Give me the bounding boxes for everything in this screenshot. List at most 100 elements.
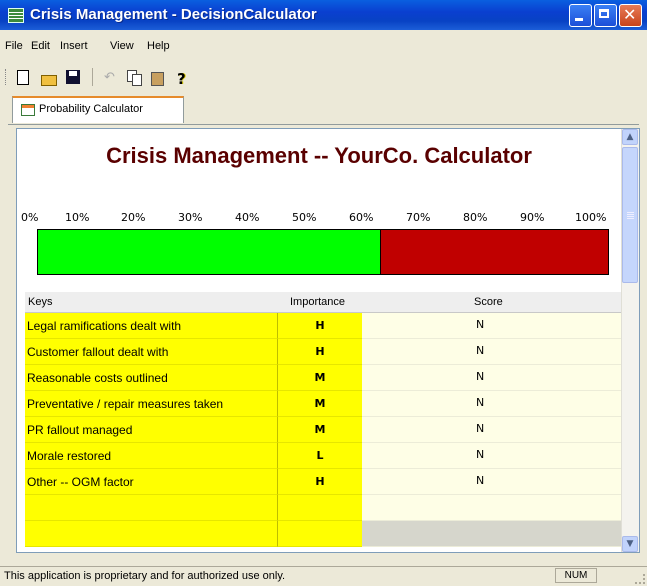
importance-value: L: [316, 449, 324, 462]
calculator-heading: Crisis Management -- YourCo. Calculator: [106, 143, 532, 168]
undo-icon[interactable]: ↶: [104, 70, 120, 86]
importance-value: H: [315, 319, 325, 332]
score-cell[interactable]: N: [362, 443, 621, 469]
key-label: Preventative / repair measures taken: [27, 397, 224, 411]
scale-label-50: 50%: [292, 211, 317, 224]
importance-value: M: [314, 397, 326, 410]
score-cell[interactable]: [362, 495, 621, 521]
importance-cell[interactable]: M: [278, 365, 362, 391]
paste-icon[interactable]: [151, 70, 167, 86]
table-icon: [21, 104, 35, 116]
key-label: PR fallout managed: [27, 423, 133, 437]
score-value: N: [476, 474, 485, 487]
score-value: N: [476, 422, 485, 435]
score-cell[interactable]: N: [362, 391, 621, 417]
scroll-up-icon[interactable]: ▲: [622, 129, 638, 145]
column-header-score[interactable]: Score: [474, 296, 503, 308]
copy-icon[interactable]: [127, 70, 143, 86]
open-icon[interactable]: [41, 70, 57, 86]
importance-cell[interactable]: M: [278, 417, 362, 443]
maximize-icon: [599, 9, 609, 18]
table-row[interactable]: Morale restored L N: [25, 443, 621, 469]
scale-label-10: 10%: [65, 211, 90, 224]
key-cell[interactable]: Other -- OGM factor: [25, 469, 278, 495]
score-value: N: [476, 344, 485, 357]
status-bar: This application is proprietary and for …: [0, 566, 647, 586]
scale-label-70: 70%: [406, 211, 431, 224]
num-lock-indicator: NUM: [555, 568, 597, 583]
tab-strip: Probability Calculator: [8, 96, 639, 125]
table-row[interactable]: PR fallout managed M N: [25, 417, 621, 443]
save-icon[interactable]: [66, 70, 80, 84]
importance-cell[interactable]: H: [278, 339, 362, 365]
probability-fill-unfavorable: [380, 230, 608, 274]
importance-cell[interactable]: H: [278, 469, 362, 495]
scroll-thumb[interactable]: [622, 147, 638, 283]
calculator-panel: Crisis Management -- YourCo. Calculator …: [16, 128, 640, 553]
importance-cell[interactable]: M: [278, 391, 362, 417]
score-value: N: [476, 448, 485, 461]
key-cell[interactable]: Legal ramifications dealt with: [25, 313, 278, 339]
new-icon[interactable]: [17, 70, 29, 85]
table-row[interactable]: Customer fallout dealt with H N: [25, 339, 621, 365]
menu-view[interactable]: View: [110, 40, 134, 52]
menu-edit[interactable]: Edit: [31, 40, 50, 52]
key-cell[interactable]: Customer fallout dealt with: [25, 339, 278, 365]
score-cell[interactable]: N: [362, 417, 621, 443]
vertical-scrollbar[interactable]: ▲ ▼: [621, 129, 639, 552]
column-header-importance[interactable]: Importance: [290, 296, 345, 308]
minimize-button[interactable]: [569, 4, 592, 27]
key-cell[interactable]: Preventative / repair measures taken: [25, 391, 278, 417]
probability-bar: [37, 229, 609, 275]
score-cell[interactable]: N: [362, 469, 621, 495]
score-cell[interactable]: N: [362, 339, 621, 365]
key-label: Legal ramifications dealt with: [27, 319, 182, 333]
table-row[interactable]: [25, 521, 621, 547]
table-row[interactable]: Other -- OGM factor H N: [25, 469, 621, 495]
resize-grip[interactable]: [635, 574, 645, 584]
scale-label-100: 100%: [575, 211, 607, 224]
scroll-down-icon[interactable]: ▼: [622, 536, 638, 552]
key-cell[interactable]: PR fallout managed: [25, 417, 278, 443]
maximize-button[interactable]: [594, 4, 617, 27]
key-cell[interactable]: Morale restored: [25, 443, 278, 469]
importance-cell[interactable]: [278, 521, 362, 547]
importance-value: M: [314, 423, 326, 436]
importance-cell[interactable]: L: [278, 443, 362, 469]
menu-help[interactable]: Help: [147, 40, 170, 52]
close-button[interactable]: ✕: [619, 4, 642, 27]
score-cell[interactable]: [362, 521, 621, 547]
menu-file[interactable]: File: [5, 40, 23, 52]
key-label: Customer fallout dealt with: [27, 345, 169, 359]
key-label: Other -- OGM factor: [27, 475, 134, 489]
key-label: Morale restored: [27, 449, 112, 463]
importance-value: M: [314, 371, 326, 384]
window-title: Crisis Management - DecisionCalculator: [30, 6, 317, 23]
menu-insert[interactable]: Insert: [60, 40, 88, 52]
key-cell[interactable]: Reasonable costs outlined: [25, 365, 278, 391]
score-value: N: [476, 370, 485, 383]
key-cell[interactable]: [25, 521, 278, 547]
table-row[interactable]: Reasonable costs outlined M N: [25, 365, 621, 391]
title-bar[interactable]: Crisis Management - DecisionCalculator ✕: [0, 0, 647, 30]
importance-cell[interactable]: H: [278, 313, 362, 339]
score-value: N: [476, 396, 485, 409]
tab-probability-calculator[interactable]: Probability Calculator: [12, 96, 184, 123]
table-row[interactable]: Legal ramifications dealt with H N: [25, 313, 621, 339]
table-row[interactable]: Preventative / repair measures taken M N: [25, 391, 621, 417]
score-cell[interactable]: N: [362, 365, 621, 391]
toolbar: ↶ ?: [0, 64, 647, 90]
help-icon[interactable]: ?: [177, 70, 193, 88]
scale-label-0: 0%: [21, 211, 39, 224]
column-header-keys[interactable]: Keys: [28, 296, 52, 308]
score-cell[interactable]: N: [362, 313, 621, 339]
key-cell[interactable]: [25, 495, 278, 521]
key-label: Reasonable costs outlined: [27, 371, 168, 385]
menu-bar: File Edit Insert View Help: [0, 38, 647, 56]
tab-label: Probability Calculator: [39, 103, 143, 115]
toolbar-grip[interactable]: [5, 69, 8, 85]
app-icon: [8, 8, 24, 23]
importance-cell[interactable]: [278, 495, 362, 521]
table-row[interactable]: [25, 495, 621, 521]
status-message: This application is proprietary and for …: [4, 570, 286, 582]
